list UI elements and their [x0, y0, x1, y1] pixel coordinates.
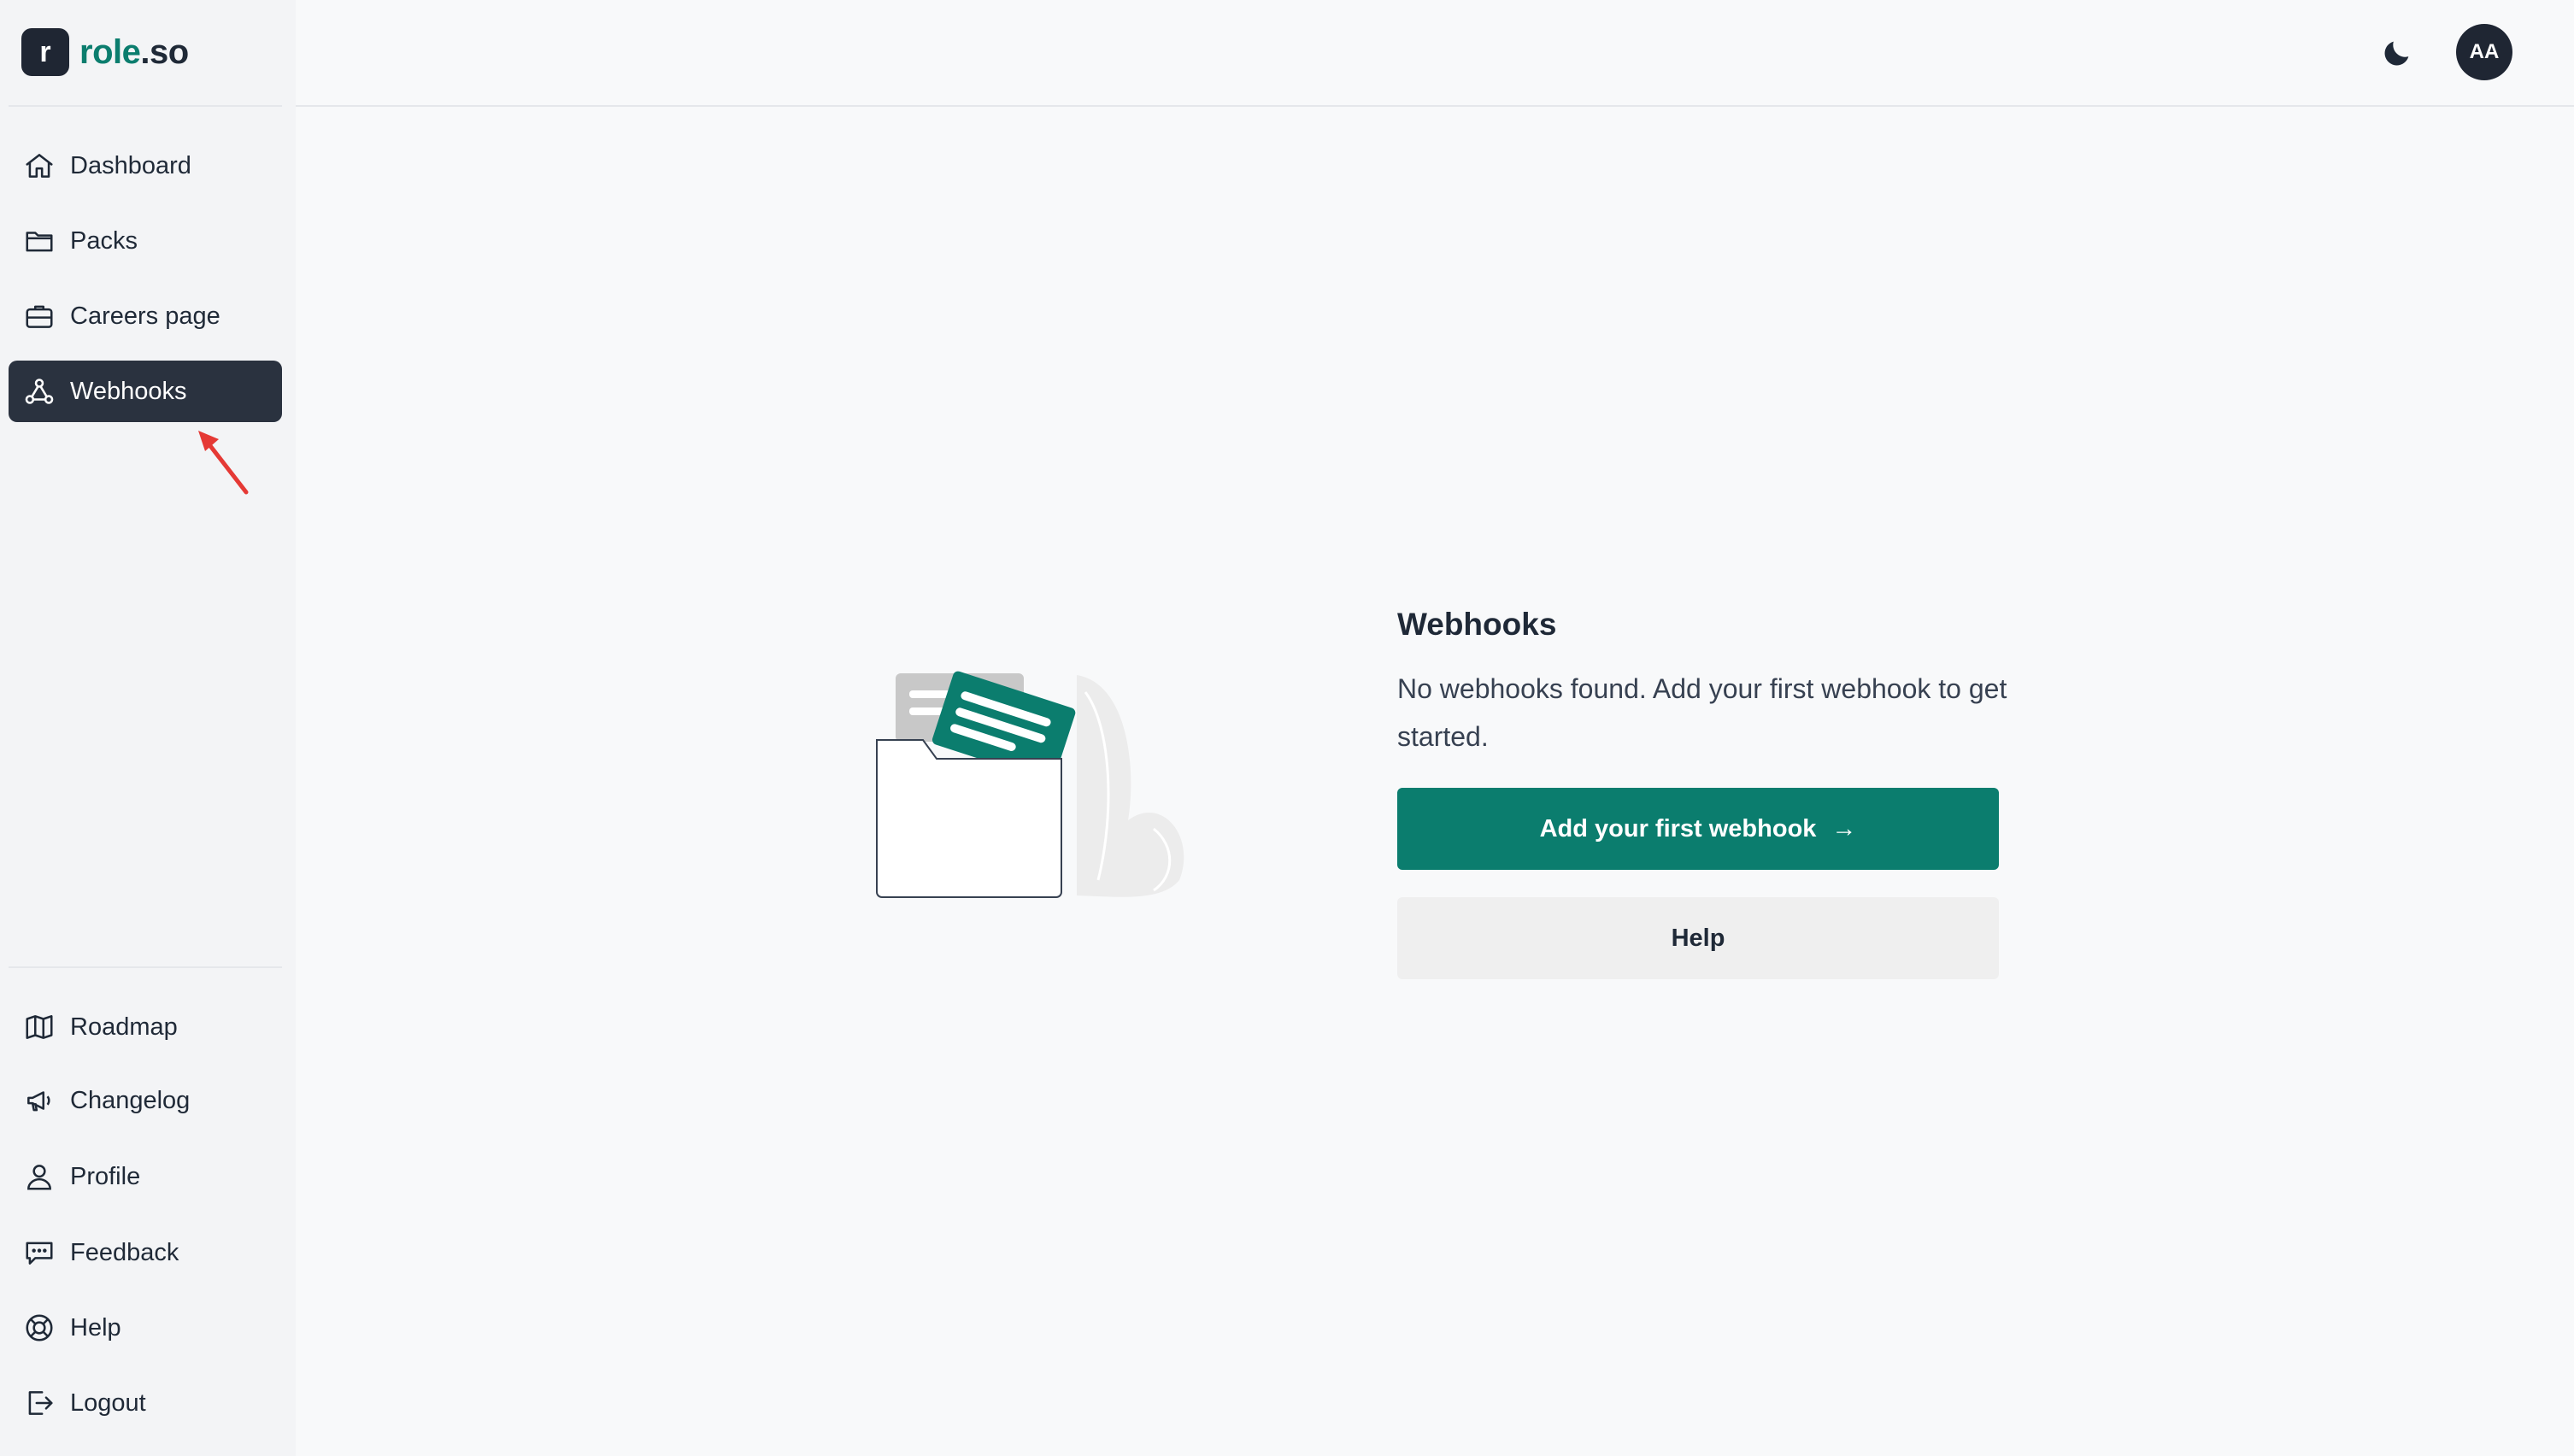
- sidebar-item-feedback[interactable]: Feedback: [9, 1222, 282, 1283]
- sidebar-item-webhooks[interactable]: Webhooks: [9, 361, 282, 422]
- sidebar-item-label: Changelog: [70, 1086, 191, 1114]
- sidebar-item-packs[interactable]: Packs: [9, 210, 282, 272]
- top-header: [296, 0, 2574, 107]
- logout-icon: [22, 1386, 56, 1420]
- map-icon: [22, 1010, 56, 1044]
- user-icon: [22, 1160, 56, 1194]
- sidebar-item-dashboard[interactable]: Dashboard: [9, 135, 282, 197]
- home-icon: [22, 149, 56, 183]
- sidebar-item-label: Help: [70, 1313, 121, 1342]
- sidebar-item-logout[interactable]: Logout: [9, 1372, 282, 1434]
- avatar[interactable]: AA: [2456, 24, 2512, 80]
- sidebar-item-label: Dashboard: [70, 151, 191, 179]
- empty-state-description: No webhooks found. Add your first webhoo…: [1397, 673, 2007, 752]
- sidebar-item-label: Webhooks: [70, 377, 187, 405]
- add-first-webhook-button[interactable]: Add your first webhook →: [1397, 788, 1999, 870]
- empty-folder-illustration: [876, 671, 1184, 898]
- sidebar-item-label: Logout: [70, 1388, 146, 1417]
- sidebar-item-label: Packs: [70, 226, 138, 255]
- sidebar-item-roadmap[interactable]: Roadmap: [9, 996, 282, 1058]
- folder-icon: [22, 224, 56, 258]
- sidebar-item-careers-page[interactable]: Careers page: [9, 285, 282, 347]
- sidebar-item-changelog[interactable]: Changelog: [9, 1070, 282, 1131]
- arrow-right-icon: →: [1831, 814, 1857, 842]
- add-first-webhook-label: Add your first webhook: [1539, 814, 1817, 842]
- brand-logo[interactable]: r role.so: [21, 28, 189, 76]
- sidebar: r role.so Dashboard Packs Careers page W…: [0, 0, 296, 1456]
- sidebar-item-help[interactable]: Help: [9, 1297, 282, 1359]
- sidebar-divider-bottom: [9, 966, 282, 968]
- sidebar-item-label: Profile: [70, 1162, 141, 1190]
- lifebuoy-icon: [22, 1311, 56, 1345]
- briefcase-icon: [22, 299, 56, 333]
- annotation-arrow: [198, 431, 249, 495]
- sidebar-item-label: Roadmap: [70, 1013, 178, 1041]
- app-root: r role.so Dashboard Packs Careers page W…: [0, 0, 2574, 1456]
- webhook-icon: [22, 374, 56, 408]
- sidebar-item-profile[interactable]: Profile: [9, 1146, 282, 1207]
- chat-bubble-icon: [22, 1236, 56, 1270]
- logo-text-suffix: .so: [140, 32, 189, 71]
- help-button[interactable]: Help: [1397, 897, 1999, 979]
- megaphone-icon: [22, 1083, 56, 1118]
- logo-text: role.so: [79, 33, 189, 72]
- sidebar-item-label: Careers page: [70, 302, 220, 330]
- logo-mark: r: [21, 28, 69, 76]
- logo-text-primary: role: [79, 32, 141, 71]
- empty-state-title: Webhooks: [1397, 607, 1557, 642]
- moon-icon[interactable]: [2378, 34, 2416, 72]
- sidebar-item-label: Feedback: [70, 1238, 179, 1266]
- sidebar-divider-top: [9, 105, 282, 107]
